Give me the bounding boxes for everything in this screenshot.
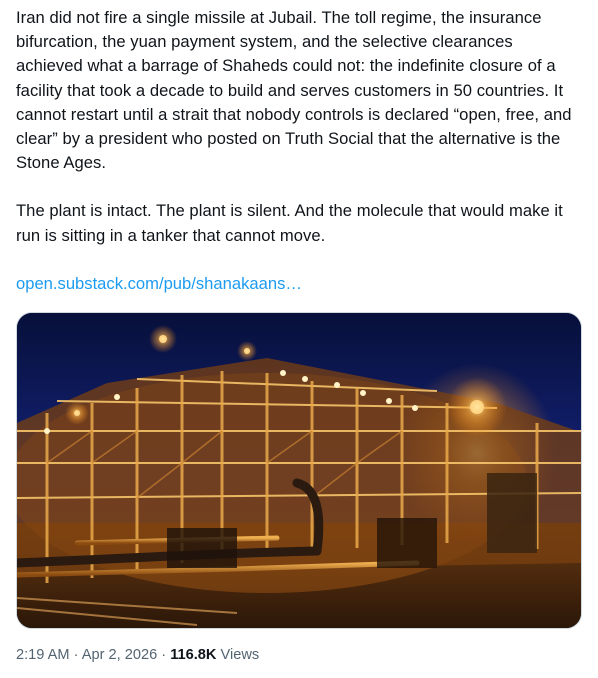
meta-separator: · <box>73 647 79 663</box>
meta-separator: · <box>161 647 167 663</box>
tweet-date[interactable]: Apr 2, 2026 <box>82 647 157 663</box>
refinery-night-photo <box>17 313 581 628</box>
views-count: 116.8K <box>170 647 217 663</box>
views-label: Views <box>220 647 260 663</box>
tweet-meta: 2:19 AM · Apr 2, 2026 · 116.8K Views <box>16 645 259 665</box>
tweet-paragraph-2: The plant is intact. The plant is silent… <box>16 201 563 245</box>
tweet-time[interactable]: 2:19 AM <box>16 647 70 663</box>
tweet-media-photo[interactable] <box>16 312 582 629</box>
article-link[interactable]: open.substack.com/pub/shanakaans… <box>16 272 582 296</box>
tweet-body: Iran did not fire a single missile at Ju… <box>16 6 582 296</box>
tweet-paragraph-1: Iran did not fire a single missile at Ju… <box>16 8 572 173</box>
